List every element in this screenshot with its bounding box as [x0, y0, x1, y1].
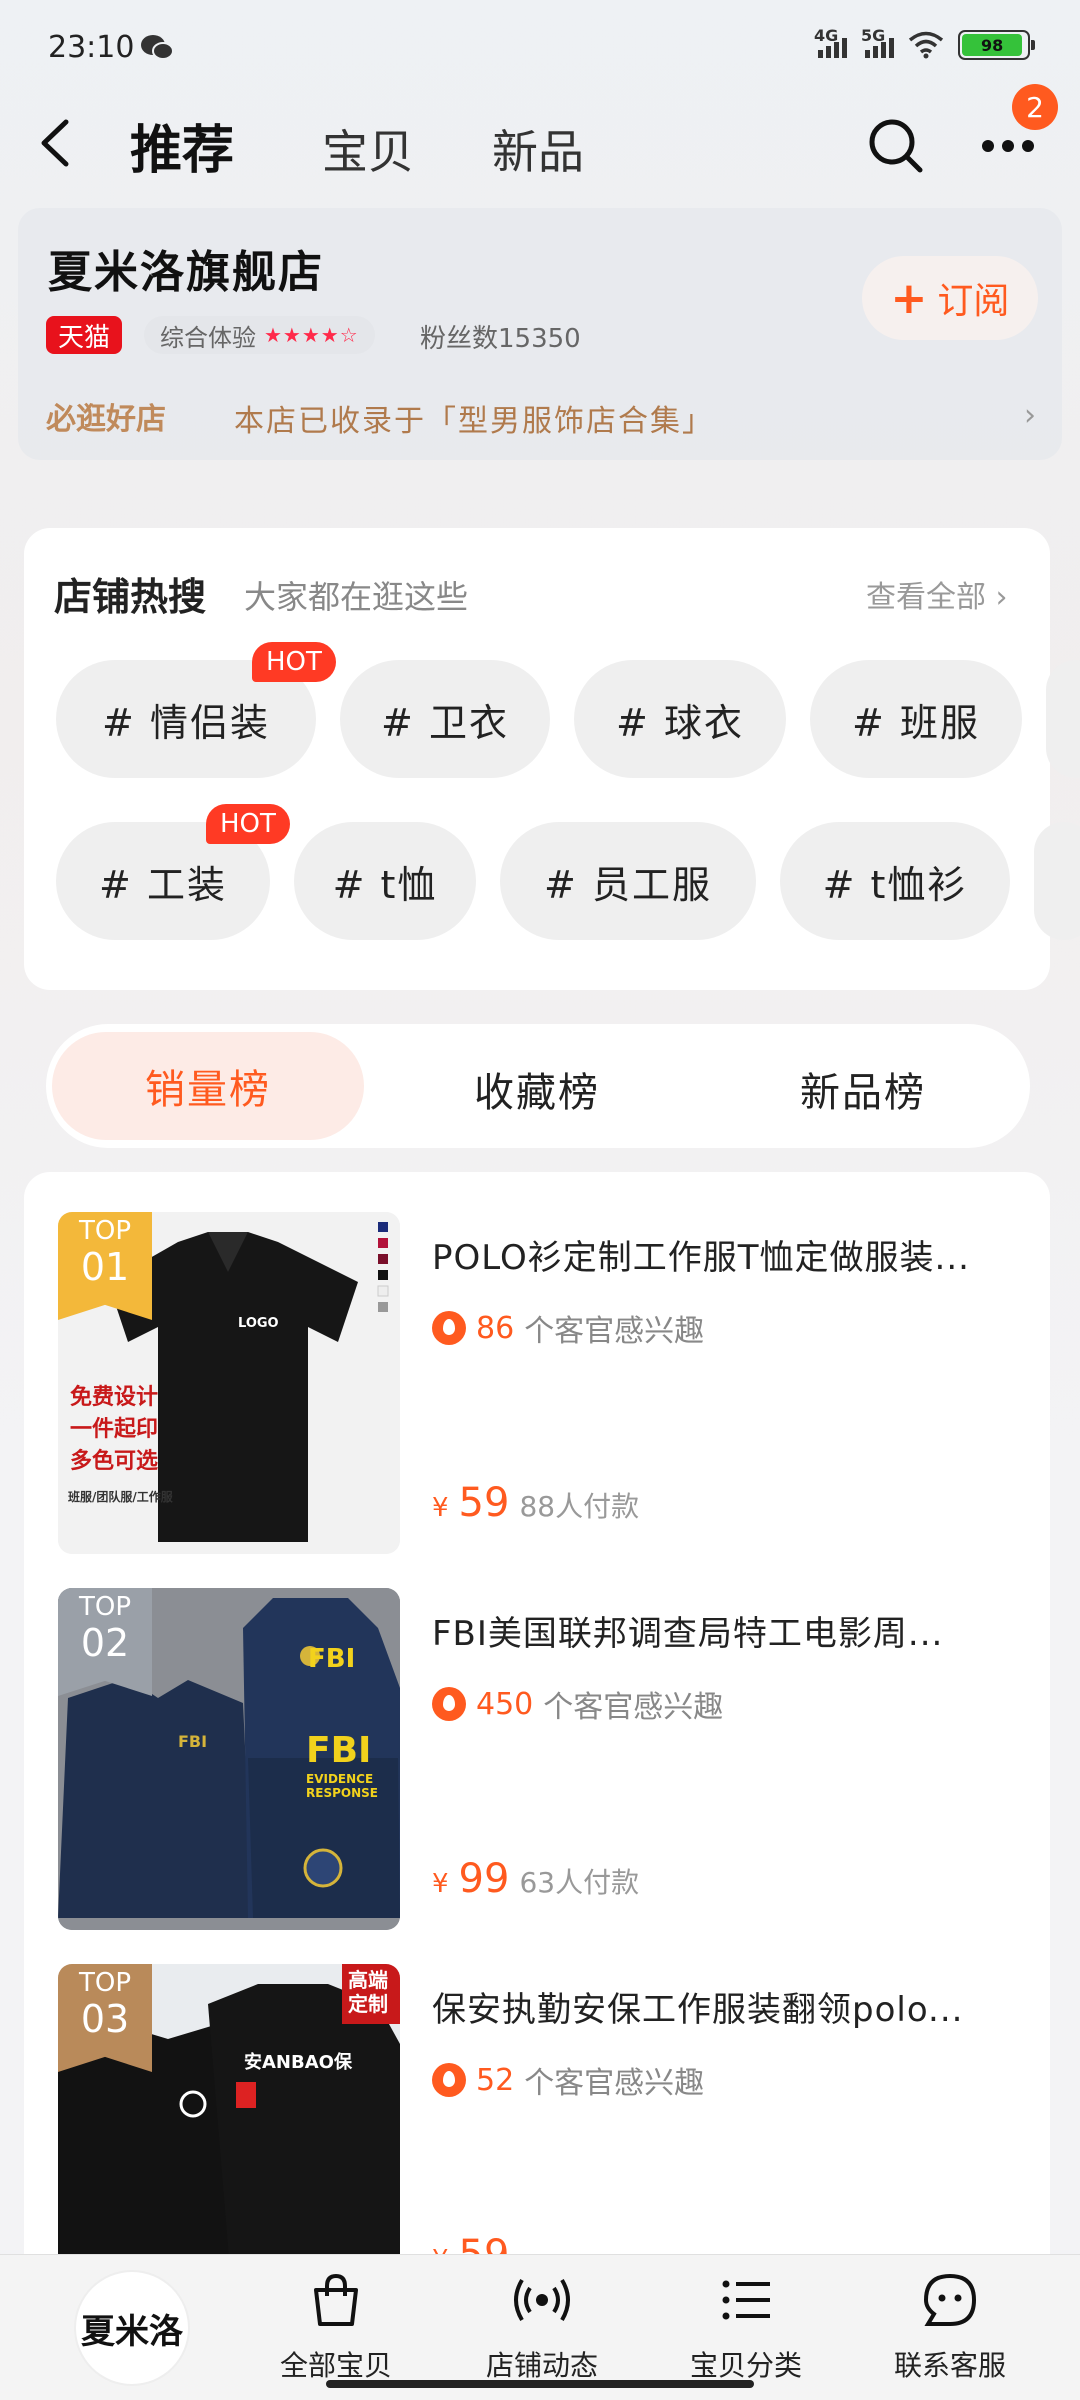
- all-items-button[interactable]: 全部宝贝: [256, 2270, 416, 2384]
- tab-sales-rank[interactable]: 销量榜: [52, 1032, 364, 1140]
- hot-chip-overflow[interactable]: [1034, 822, 1080, 940]
- product-title[interactable]: 保安执勤安保工作服装翻领polo...: [432, 1982, 1022, 2031]
- logo-placeholder-text: LOGO: [238, 1316, 279, 1331]
- chat-face-icon: [923, 2273, 977, 2326]
- tab-recommend[interactable]: 推荐: [130, 108, 234, 183]
- categories-button[interactable]: 宝贝分类: [666, 2270, 826, 2384]
- search-icon[interactable]: [866, 116, 926, 176]
- fire-icon: [432, 1687, 466, 1721]
- rank-badge: TOP 03: [58, 1964, 152, 2072]
- tmall-badge: 天猫: [46, 316, 123, 354]
- notification-badge: 2: [1012, 84, 1058, 130]
- rating-label: 综合体验: [160, 323, 256, 352]
- hot-chip[interactable]: # t恤衫: [780, 822, 1010, 940]
- shop-rating[interactable]: 综合体验 ★★★★☆: [144, 316, 375, 354]
- collection-link[interactable]: 本店已收录于「型男服饰店合集」: [234, 396, 714, 440]
- promo-subtext: 班服/团队服/工作服: [68, 1490, 173, 1504]
- must-visit-badge: 必逛好店: [46, 402, 166, 437]
- fans-count: 粉丝数15350: [420, 324, 581, 354]
- more-icon[interactable]: [980, 128, 1036, 158]
- back-icon[interactable]: [36, 118, 76, 168]
- shop-feed-button[interactable]: 店铺动态: [462, 2270, 622, 2384]
- view-all-label: 查看全部: [866, 580, 986, 615]
- product-interest: 52 个客官感兴趣: [432, 2058, 704, 2102]
- customer-service-button[interactable]: 联系客服: [870, 2270, 1030, 2384]
- rating-stars-icon: ★★★★☆: [264, 323, 359, 347]
- shop-feed-label: 店铺动态: [485, 2349, 598, 2382]
- home-indicator[interactable]: [326, 2380, 754, 2388]
- hot-chip-overflow[interactable]: [1046, 660, 1080, 778]
- list-icon: [722, 2280, 770, 2320]
- hot-chip[interactable]: # 卫衣: [340, 660, 550, 778]
- promo-text: 免费设计 一件起印 多色可选: [70, 1385, 159, 1474]
- fire-icon: [432, 2063, 466, 2097]
- product-interest: 450 个客官感兴趣: [432, 1682, 723, 1726]
- shop-name: 夏米洛旗舰店: [48, 247, 324, 298]
- hot-chip[interactable]: # 班服: [810, 660, 1022, 778]
- status-time: 23:10: [48, 30, 135, 65]
- tab-new-rank[interactable]: 新品榜: [800, 1060, 926, 1118]
- fbi-back-text: FBI: [308, 1644, 356, 1674]
- product-title[interactable]: FBI美国联邦调查局特工电影周...: [432, 1606, 1022, 1655]
- battery-level: 98: [962, 34, 1023, 56]
- product-title[interactable]: POLO衫定制工作服T恤定做服装...: [432, 1230, 1022, 1279]
- tab-items[interactable]: 宝贝: [322, 116, 414, 182]
- hot-chip[interactable]: # 球衣: [574, 660, 786, 778]
- response-text: RESPONSE: [306, 1786, 378, 1800]
- status-indicators: 4G 5G 98: [814, 26, 1035, 60]
- tab-favorites-rank[interactable]: 收藏榜: [474, 1060, 600, 1118]
- product-interest: 86 个客官感兴趣: [432, 1306, 704, 1350]
- hot-chip[interactable]: # 员工服: [500, 822, 756, 940]
- fbi-big-text: FBI: [306, 1730, 372, 1771]
- rank-badge: TOP 02: [58, 1588, 152, 1696]
- hot-chip[interactable]: # t恤: [294, 822, 476, 940]
- product-image[interactable]: LOGO 免费设计 一件起印 多色可选 班服/团队服/工作服 TOP 01: [58, 1212, 400, 1554]
- customer-service-label: 联系客服: [893, 2349, 1006, 2382]
- product-price: ¥ 59 88人付款: [432, 1480, 640, 1526]
- signal-5g-icon: 5G: [861, 26, 894, 58]
- hot-search-title: 店铺热搜: [54, 575, 207, 619]
- signal-4g-icon: 4G: [814, 26, 847, 58]
- categories-label: 宝贝分类: [689, 2349, 802, 2382]
- hot-tag: HOT: [252, 642, 336, 682]
- chevron-right-icon[interactable]: ›: [1024, 398, 1036, 433]
- subscribe-button[interactable]: + 订阅: [862, 256, 1038, 340]
- premium-tag: 高端 定制: [348, 1968, 388, 2016]
- subscribe-label: 订阅: [937, 281, 1010, 322]
- hot-search-subtitle: 大家都在逛这些: [244, 578, 469, 616]
- hot-tag: HOT: [206, 804, 290, 844]
- shop-logo[interactable]: 夏米洛: [76, 2272, 188, 2384]
- product-price: ¥ 99 63人付款: [432, 1856, 640, 1902]
- wifi-icon: [908, 31, 944, 59]
- wechat-icon: [141, 35, 174, 60]
- rank-badge: TOP 01: [58, 1212, 152, 1320]
- evidence-text: EVIDENCE: [306, 1772, 374, 1786]
- product-image[interactable]: FBI FBI FBI EVIDENCE RESPONSE TOP 02: [58, 1588, 400, 1930]
- plus-icon: +: [890, 272, 928, 324]
- broadcast-icon: [514, 2278, 570, 2322]
- security-back-text: 安ANBAO保: [244, 2052, 352, 2073]
- view-all-link[interactable]: 查看全部 ›: [866, 572, 1008, 616]
- product-list: LOGO 免费设计 一件起印 多色可选 班服/团队服/工作服 TOP 01 PO…: [24, 1172, 1050, 2400]
- fbi-chest-text: FBI: [178, 1732, 208, 1751]
- shopping-bag-icon: [314, 2273, 358, 2326]
- battery-icon: 98: [958, 30, 1035, 60]
- tab-new[interactable]: 新品: [492, 116, 584, 182]
- all-items-label: 全部宝贝: [279, 2349, 392, 2382]
- fire-icon: [432, 1311, 466, 1345]
